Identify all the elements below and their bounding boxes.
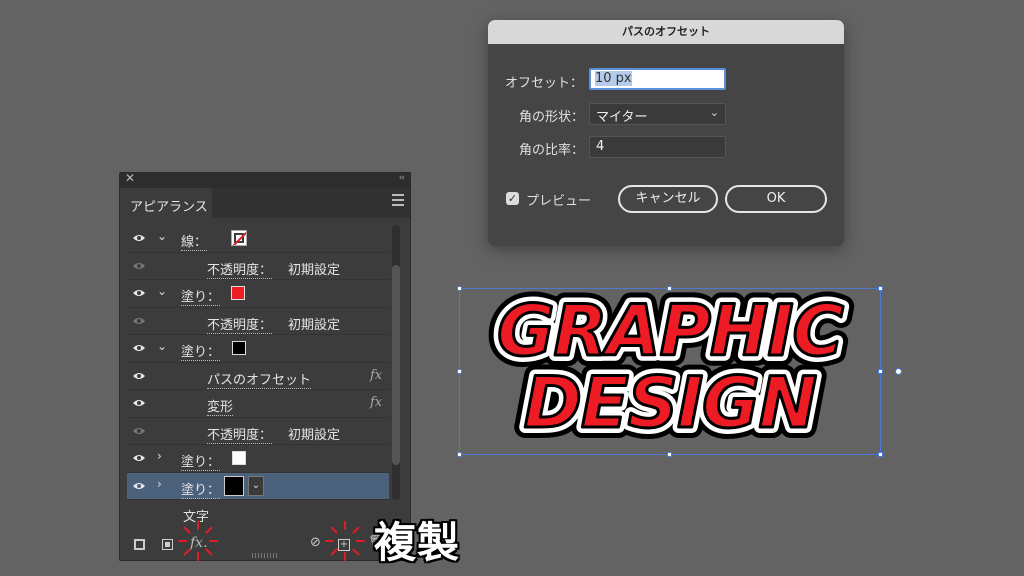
highlight-sparkle-duplicate <box>325 521 365 561</box>
visibility-eye-icon[interactable] <box>132 481 146 491</box>
resize-handle[interactable] <box>667 286 672 291</box>
joins-select-value: マイター <box>596 110 648 125</box>
resize-handle[interactable] <box>878 369 883 374</box>
appearance-row-opacity[interactable]: 不透明度： 初期設定 <box>127 252 389 280</box>
opacity-value: 初期設定 <box>288 427 341 443</box>
resize-handle[interactable] <box>457 452 462 457</box>
fill-swatch-red[interactable] <box>231 286 245 300</box>
cancel-button[interactable]: キャンセル <box>618 185 718 213</box>
visibility-eye-icon[interactable] <box>132 453 146 463</box>
offset-input[interactable]: 10 px <box>589 68 726 90</box>
duplicate-annotation: 複製 <box>374 518 461 567</box>
scrollbar-thumb[interactable] <box>392 265 400 465</box>
chevron-right-icon[interactable]: › <box>157 477 162 491</box>
fill-label[interactable]: 塗り： <box>181 345 221 361</box>
panel-titlebar: ✕ ‹‹ <box>120 171 410 188</box>
resize-handle[interactable] <box>457 369 462 374</box>
opacity-value: 初期設定 <box>288 262 341 278</box>
appearance-panel: ✕ ‹‹ アピアランス ⌄ 線： 不透明度： 初期設定 ⌄ 塗り： 不透明度： … <box>119 171 411 561</box>
rotate-handle[interactable] <box>895 368 902 375</box>
highlight-sparkle-fx <box>178 521 218 561</box>
fx-icon[interactable]: fx <box>370 395 382 410</box>
offset-input-value: 10 px <box>595 71 632 86</box>
joins-select[interactable]: マイター ⌄ <box>589 103 726 125</box>
stroke-swatch-none[interactable] <box>231 230 247 246</box>
fill-label[interactable]: 塗り： <box>181 482 221 499</box>
resize-grip[interactable] <box>252 553 278 558</box>
chevron-down-icon[interactable]: ⌄ <box>157 339 167 353</box>
appearance-row-transform[interactable]: 変形 fx <box>127 390 389 418</box>
visibility-eye-icon[interactable] <box>132 233 146 243</box>
appearance-row-fill-red[interactable]: ⌄ 塗り： <box>127 280 389 308</box>
transform-effect-label[interactable]: 変形 <box>207 400 234 416</box>
visibility-eye-icon[interactable] <box>132 371 146 381</box>
fill-swatch-black[interactable] <box>224 475 244 496</box>
opacity-label[interactable]: 不透明度： <box>207 262 273 279</box>
panel-menu-icon[interactable] <box>392 194 404 209</box>
offset-path-effect-label[interactable]: パスのオフセット <box>207 372 312 389</box>
appearance-row-stroke[interactable]: ⌄ 線： <box>127 225 389 253</box>
resize-handle[interactable] <box>878 286 883 291</box>
appearance-row-fill-white[interactable]: › 塗り： <box>127 445 389 473</box>
preview-checkbox[interactable]: ✓ <box>506 192 519 205</box>
appearance-row-opacity[interactable]: 不透明度： 初期設定 <box>127 417 389 445</box>
fill-swatch-white[interactable] <box>232 451 246 465</box>
collapse-icon[interactable]: ‹‹ <box>399 173 405 183</box>
fill-label[interactable]: 塗り： <box>181 455 221 471</box>
opacity-label[interactable]: 不透明度： <box>207 317 273 334</box>
resize-handle[interactable] <box>667 452 672 457</box>
appearance-row-fill-black[interactable]: ⌄ 塗り： <box>127 335 389 363</box>
visibility-eye-icon-dim[interactable] <box>132 426 146 436</box>
resize-handle[interactable] <box>878 452 883 457</box>
chevron-down-icon: ⌄ <box>709 106 719 119</box>
stroke-label[interactable]: 線： <box>181 235 208 251</box>
visibility-eye-icon[interactable] <box>132 343 146 353</box>
chevron-down-icon[interactable]: ⌄ <box>157 284 167 298</box>
add-new-stroke-icon[interactable] <box>134 539 145 550</box>
chevron-down-icon[interactable]: ⌄ <box>157 229 167 243</box>
fill-label[interactable]: 塗り： <box>181 290 221 306</box>
selection-bounding-box[interactable] <box>459 288 881 455</box>
clear-appearance-icon[interactable]: ⊘ <box>310 535 321 550</box>
visibility-eye-icon[interactable] <box>132 398 146 408</box>
miter-limit-input[interactable]: 4 <box>589 136 726 158</box>
close-icon[interactable]: ✕ <box>125 171 135 185</box>
fill-swatch-black[interactable] <box>232 341 246 355</box>
chevron-right-icon[interactable]: › <box>157 449 162 463</box>
visibility-eye-icon[interactable] <box>132 288 146 298</box>
appearance-row-opacity[interactable]: 不透明度： 初期設定 <box>127 307 389 335</box>
panel-tabbar: アピアランス <box>120 188 410 218</box>
preview-label: プレビュー <box>526 194 592 209</box>
appearance-list: ⌄ 線： 不透明度： 初期設定 ⌄ 塗り： 不透明度： 初期設定 ⌄ 塗り： パ… <box>127 225 389 528</box>
joins-label: 角の形状： <box>519 110 585 125</box>
color-dropdown-chevron-icon[interactable]: ⌄ <box>248 475 264 496</box>
appearance-row-offset-path[interactable]: パスのオフセット fx <box>127 362 389 390</box>
offset-path-dialog: パスのオフセット オフセット： 10 px 角の形状： マイター ⌄ 角の比率：… <box>488 20 844 246</box>
ok-button[interactable]: OK <box>725 185 827 213</box>
appearance-row-fill-black-selected[interactable]: › 塗り： ⌄ <box>127 472 389 500</box>
opacity-value: 初期設定 <box>288 317 341 333</box>
dialog-title: パスのオフセット <box>488 20 844 44</box>
selected-artwork[interactable]: GRAPHIC GRAPHIC GRAPHIC DESIGN DESIGN DE… <box>440 280 902 470</box>
panel-scrollbar[interactable] <box>392 225 400 500</box>
miter-limit-label: 角の比率： <box>519 143 585 158</box>
add-new-fill-icon[interactable] <box>162 539 173 550</box>
panel-footer: fx. ⊘ + 🗑 <box>120 530 410 560</box>
fx-icon[interactable]: fx <box>370 368 382 383</box>
resize-handle[interactable] <box>457 286 462 291</box>
offset-label: オフセット： <box>505 76 584 91</box>
visibility-eye-icon-dim[interactable] <box>132 316 146 326</box>
tab-appearance[interactable]: アピアランス <box>120 188 212 218</box>
opacity-label[interactable]: 不透明度： <box>207 427 273 444</box>
visibility-eye-icon-dim[interactable] <box>132 261 146 271</box>
